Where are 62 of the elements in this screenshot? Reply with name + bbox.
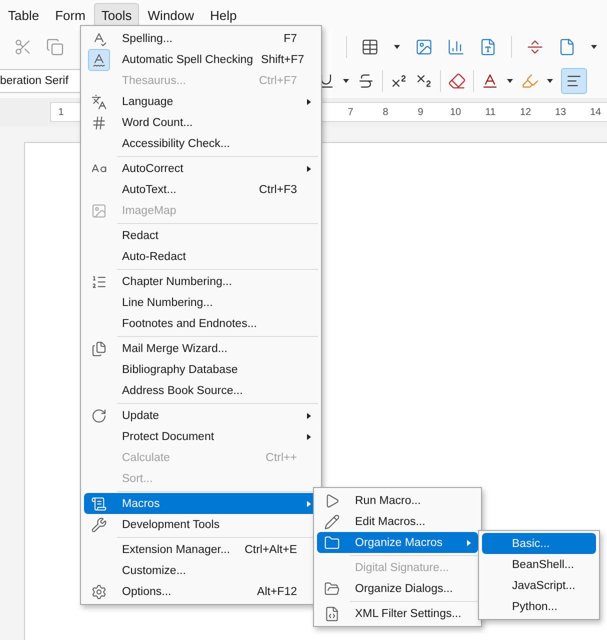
menu-item[interactable]: Update [84, 405, 318, 426]
dropdown-caret-icon[interactable] [393, 44, 401, 50]
text-box-icon[interactable] [479, 38, 497, 56]
spellcheck-icon [88, 48, 110, 70]
image-icon[interactable] [415, 38, 433, 56]
cut-icon[interactable] [14, 38, 32, 56]
menu-item[interactable]: Organize Dialogs... [317, 578, 478, 599]
align-left-icon [566, 73, 582, 89]
menubar-item[interactable]: Tools [94, 2, 139, 28]
ruler-number: 9 [416, 106, 424, 118]
menu-item[interactable]: AutoText... Ctrl+F3 [84, 179, 318, 200]
menu-item[interactable]: BeanShell... [482, 554, 596, 575]
menubar-item[interactable]: Window [140, 2, 202, 28]
menu-item[interactable]: XML Filter Settings... [317, 603, 478, 624]
dropdown-caret-icon[interactable] [590, 44, 598, 50]
field-icon[interactable] [558, 38, 576, 56]
menu-item[interactable]: Run Macro... [317, 490, 478, 511]
menubar-item[interactable]: Form [48, 2, 92, 28]
table-icon[interactable] [361, 38, 379, 56]
menubar-item[interactable]: Table [1, 2, 46, 28]
align-left-button[interactable] [561, 68, 587, 94]
menu-item[interactable]: Edit Macros... [317, 511, 478, 532]
dropdown-caret-icon[interactable] [546, 78, 554, 84]
ruler-number: 13 [554, 106, 568, 118]
menu-item[interactable]: Chapter Numbering... [84, 271, 318, 292]
ruler-number: 10 [448, 106, 462, 118]
ruler-number: 8 [382, 106, 390, 118]
ruler-number: 11 [484, 106, 497, 118]
menu-item[interactable]: Basic... [482, 533, 596, 554]
menu-item[interactable]: Protect Document [84, 426, 318, 447]
menu-item[interactable]: Language [84, 91, 318, 112]
ruler-number: 14 [588, 106, 602, 118]
ruler-number: 12 [518, 106, 532, 118]
menubar-item[interactable]: Help [203, 2, 244, 28]
ruler-number: 1 [57, 106, 65, 118]
dropdown-caret-icon[interactable] [506, 78, 514, 84]
menu-item[interactable]: Mail Merge Wizard... [84, 338, 318, 359]
menu-item[interactable]: Address Book Source... [84, 380, 318, 401]
menu-item[interactable]: AutoCorrect [84, 158, 318, 179]
subscript-icon[interactable] [415, 72, 433, 90]
chart-icon[interactable] [447, 38, 465, 56]
clear-formatting-icon[interactable] [448, 72, 466, 90]
menu-item[interactable]: Organize Macros [317, 532, 478, 553]
menu-item[interactable]: Footnotes and Endnotes... [84, 313, 318, 334]
menu-item[interactable]: JavaScript... [482, 575, 596, 596]
menu-item[interactable]: Redact [84, 225, 318, 246]
menu-item[interactable]: Python... [482, 596, 596, 617]
menu-item[interactable]: Accessibility Check... [84, 133, 318, 154]
font-name-field[interactable]: beration Serif [0, 69, 83, 93]
superscript-icon[interactable] [390, 72, 408, 90]
dropdown-caret-icon[interactable] [342, 78, 350, 84]
menu-item[interactable]: Line Numbering... [84, 292, 318, 313]
menu-item[interactable]: Spelling... F7 [84, 28, 318, 49]
copy-icon[interactable] [46, 38, 64, 56]
page-break-icon[interactable] [526, 38, 544, 56]
menu-item[interactable]: Auto-Redact [84, 246, 318, 267]
menu-item[interactable]: Word Count... [84, 112, 318, 133]
highlighter-icon[interactable] [521, 72, 539, 90]
strikethrough-icon[interactable] [357, 72, 375, 90]
font-color-icon[interactable] [481, 72, 499, 90]
ruler-number: 7 [346, 106, 354, 118]
menu-item[interactable]: Bibliography Database [84, 359, 318, 380]
